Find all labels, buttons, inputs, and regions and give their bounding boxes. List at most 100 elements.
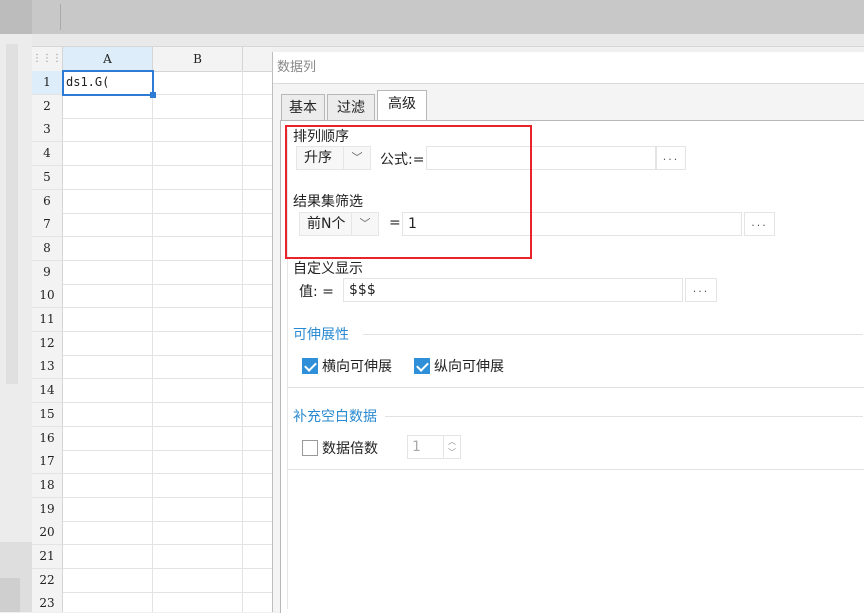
data-multiple-checkbox[interactable] — [302, 440, 318, 456]
sheet-row[interactable] — [63, 190, 272, 214]
sheet-row[interactable] — [63, 237, 272, 261]
select-all-corner[interactable]: ⋮⋮⋮ — [32, 47, 63, 72]
active-cell-a1[interactable]: ds1.G( — [62, 70, 156, 98]
sheet-row[interactable] — [63, 569, 272, 593]
chevron-down-icon: ﹀ — [343, 147, 370, 169]
row-header[interactable]: 3 — [32, 118, 63, 143]
custom-value-browse-button[interactable]: ... — [685, 278, 717, 302]
section-bottom-divider — [287, 469, 864, 470]
row-header[interactable]: 20 — [32, 521, 63, 546]
custom-display-label: 自定义显示 — [293, 261, 363, 277]
column-header-b[interactable]: B — [153, 47, 243, 72]
toolbar-area — [0, 0, 864, 34]
sheet-row[interactable] — [63, 474, 272, 498]
panel-inner-border — [287, 129, 288, 609]
filter-mode-value: 前N个 — [307, 216, 346, 232]
chevron-up-icon[interactable]: ︿ — [444, 436, 460, 447]
sheet-row[interactable] — [63, 95, 272, 119]
vertical-expand-checkbox[interactable] — [414, 358, 430, 374]
row-header[interactable]: 2 — [32, 94, 63, 119]
advanced-panel: 排列顺序 升序 ﹀ 公式:= ... 结果集筛选 前N个 ﹀ = 1 ... 自… — [280, 120, 864, 613]
row-header[interactable]: 22 — [32, 568, 63, 593]
sort-order-value: 升序 — [304, 150, 332, 166]
sheet-row[interactable] — [63, 213, 272, 238]
sheet-row[interactable] — [63, 284, 272, 309]
left-panel — [0, 34, 32, 612]
section-bottom-divider — [287, 387, 864, 388]
formula-strip — [0, 34, 864, 47]
sheet-row[interactable] — [63, 308, 272, 332]
section-divider — [385, 416, 863, 417]
sheet-row[interactable] — [63, 450, 272, 475]
sheet-row[interactable] — [63, 498, 272, 522]
expand-section-label: 可伸展性 — [293, 327, 349, 343]
fill-blank-section-label: 补充空白数据 — [293, 409, 377, 425]
row-header[interactable]: 21 — [32, 545, 63, 569]
sort-section-label: 排列顺序 — [293, 129, 349, 145]
data-multiple-value: 1 — [412, 439, 421, 455]
row-header[interactable]: 16 — [32, 426, 63, 451]
row-header[interactable]: 10 — [32, 284, 63, 309]
data-column-dialog: 数据列 基本 过滤 高级 排列顺序 升序 ﹀ 公式:= ... 结果集筛选 前N… — [272, 52, 864, 613]
filter-value-input[interactable]: 1 — [402, 212, 742, 236]
left-panel-scroll[interactable] — [6, 44, 18, 384]
sheet-row[interactable] — [63, 427, 272, 451]
row-header[interactable]: 19 — [32, 497, 63, 522]
sort-order-select[interactable]: 升序 ﹀ — [296, 146, 371, 170]
row-header[interactable]: 8 — [32, 236, 63, 261]
cell-a1-value: ds1.G( — [66, 75, 110, 89]
data-multiple-stepper[interactable]: 1 ︿ ﹀ — [407, 435, 461, 459]
sheet-row[interactable] — [63, 142, 272, 167]
sheet-row[interactable] — [63, 118, 272, 143]
row-header[interactable]: 9 — [32, 260, 63, 285]
spreadsheet-grid: ⋮⋮⋮ A B 1 2 3 4 5 6 7 8 9 10 11 12 13 14 15 16 17 18 19 20 2… — [32, 47, 272, 612]
sheet-row[interactable] — [63, 355, 272, 380]
sort-formula-input[interactable] — [426, 146, 656, 170]
row-header[interactable]: 11 — [32, 308, 63, 332]
row-header[interactable]: 4 — [32, 142, 63, 167]
row-header[interactable]: 17 — [32, 450, 63, 475]
row-header[interactable]: 14 — [32, 379, 63, 404]
toolbar-left-block — [0, 0, 32, 34]
column-header-c[interactable] — [243, 47, 272, 72]
row-header[interactable]: 13 — [32, 355, 63, 380]
tab-advanced[interactable]: 高级 — [377, 90, 427, 121]
row-header[interactable]: 5 — [32, 165, 63, 190]
sheet-row[interactable] — [63, 403, 272, 427]
horizontal-expand-checkbox[interactable] — [302, 358, 318, 374]
row-header[interactable]: 23 — [32, 592, 63, 612]
section-divider — [363, 334, 863, 335]
sheet-row[interactable] — [63, 332, 272, 356]
sheet-row[interactable] — [63, 166, 272, 190]
sheet-row[interactable] — [63, 261, 272, 285]
sheet-row[interactable] — [63, 592, 272, 612]
fill-handle[interactable] — [150, 92, 156, 98]
sort-formula-browse-button[interactable]: ... — [656, 146, 686, 170]
filter-mode-select[interactable]: 前N个 ﹀ — [299, 212, 379, 236]
toolbar-grip — [60, 4, 71, 30]
dialog-title: 数据列 — [273, 52, 864, 84]
row-header[interactable]: 12 — [32, 331, 63, 356]
custom-value-label: 值: = — [299, 284, 334, 300]
row-header[interactable]: 6 — [32, 189, 63, 214]
sheet-row[interactable] — [63, 545, 272, 569]
left-panel-footer-tab[interactable] — [0, 578, 20, 612]
formula-label: 公式:= — [380, 152, 425, 168]
vertical-expand-label: 纵向可伸展 — [434, 359, 504, 375]
chevron-down-icon[interactable]: ﹀ — [444, 447, 460, 458]
sheet-row[interactable] — [63, 379, 272, 404]
data-multiple-label: 数据倍数 — [322, 441, 378, 457]
stepper-buttons[interactable]: ︿ ﹀ — [443, 436, 460, 458]
column-header-a[interactable]: A — [63, 47, 153, 72]
horizontal-expand-label: 横向可伸展 — [322, 359, 392, 375]
tab-basic[interactable]: 基本 — [281, 94, 325, 120]
row-header[interactable]: 1 — [32, 71, 63, 95]
sheet-row[interactable] — [63, 521, 272, 546]
tab-filter[interactable]: 过滤 — [327, 94, 375, 120]
row-header[interactable]: 15 — [32, 402, 63, 427]
custom-value-input[interactable]: $$$ — [343, 278, 683, 302]
row-header[interactable]: 7 — [32, 213, 63, 238]
filter-browse-button[interactable]: ... — [744, 212, 775, 236]
filter-section-label: 结果集筛选 — [293, 194, 363, 210]
row-header[interactable]: 18 — [32, 473, 63, 498]
